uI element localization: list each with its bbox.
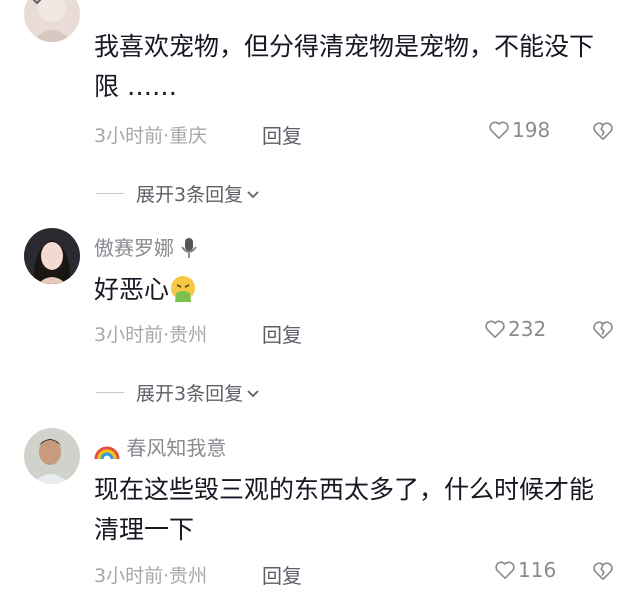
comment-meta: 3小时前·重庆 <box>94 125 208 147</box>
heart-outline-icon <box>485 320 505 338</box>
username-text: 春风知我意 <box>126 436 227 460</box>
username[interactable]: 傲赛罗娜 <box>94 232 198 261</box>
expand-label: 展开3条回复 <box>136 383 244 405</box>
chevron-down-icon <box>247 190 259 198</box>
rainbow-icon <box>94 446 120 459</box>
reply-button[interactable]: 回复 <box>262 120 302 149</box>
like-count: 116 <box>518 558 557 582</box>
like-count: 232 <box>508 317 547 341</box>
expand-replies[interactable]: 展开3条回复 <box>96 180 261 207</box>
comment-meta: 3小时前·贵州 <box>94 565 208 587</box>
microphone-icon <box>181 238 198 258</box>
chevron-down-icon <box>247 389 259 397</box>
comment-text: 我喜欢宠物，但分得清宠物是宠物，不能没下限 …… <box>94 32 595 101</box>
expand-label: 展开3条回复 <box>136 184 244 206</box>
like-button[interactable]: 232 <box>484 317 546 341</box>
reply-button[interactable]: 回复 <box>262 560 302 589</box>
avatar[interactable] <box>24 228 80 284</box>
like-count: 198 <box>512 118 551 142</box>
expand-replies[interactable]: 展开3条回复 <box>96 379 261 406</box>
divider <box>96 193 124 194</box>
heart-outline-icon <box>489 121 509 139</box>
username-text: 傲赛罗娜 <box>94 236 174 260</box>
heart-outline-icon <box>495 561 515 579</box>
nauseated-face-emoji <box>171 276 196 302</box>
avatar[interactable] <box>24 428 80 484</box>
comment-text: 现在这些毁三观的东西太多了，什么时候才能清理一下 <box>94 475 595 544</box>
comment-text: 好恶心 <box>94 270 614 310</box>
avatar[interactable] <box>24 0 80 42</box>
broken-heart-icon[interactable] <box>592 319 614 341</box>
reply-button[interactable]: 回复 <box>262 319 302 348</box>
like-button[interactable]: 116 <box>494 558 556 582</box>
chevron-icon <box>32 0 42 5</box>
like-button[interactable]: 198 <box>488 118 550 142</box>
comment-text-content: 好恶心 <box>94 275 170 304</box>
broken-heart-icon[interactable] <box>592 120 614 142</box>
divider <box>96 392 124 393</box>
comment-meta: 3小时前·贵州 <box>94 324 208 346</box>
broken-heart-icon[interactable] <box>592 560 614 582</box>
username[interactable]: 春风知我意 <box>94 432 226 461</box>
